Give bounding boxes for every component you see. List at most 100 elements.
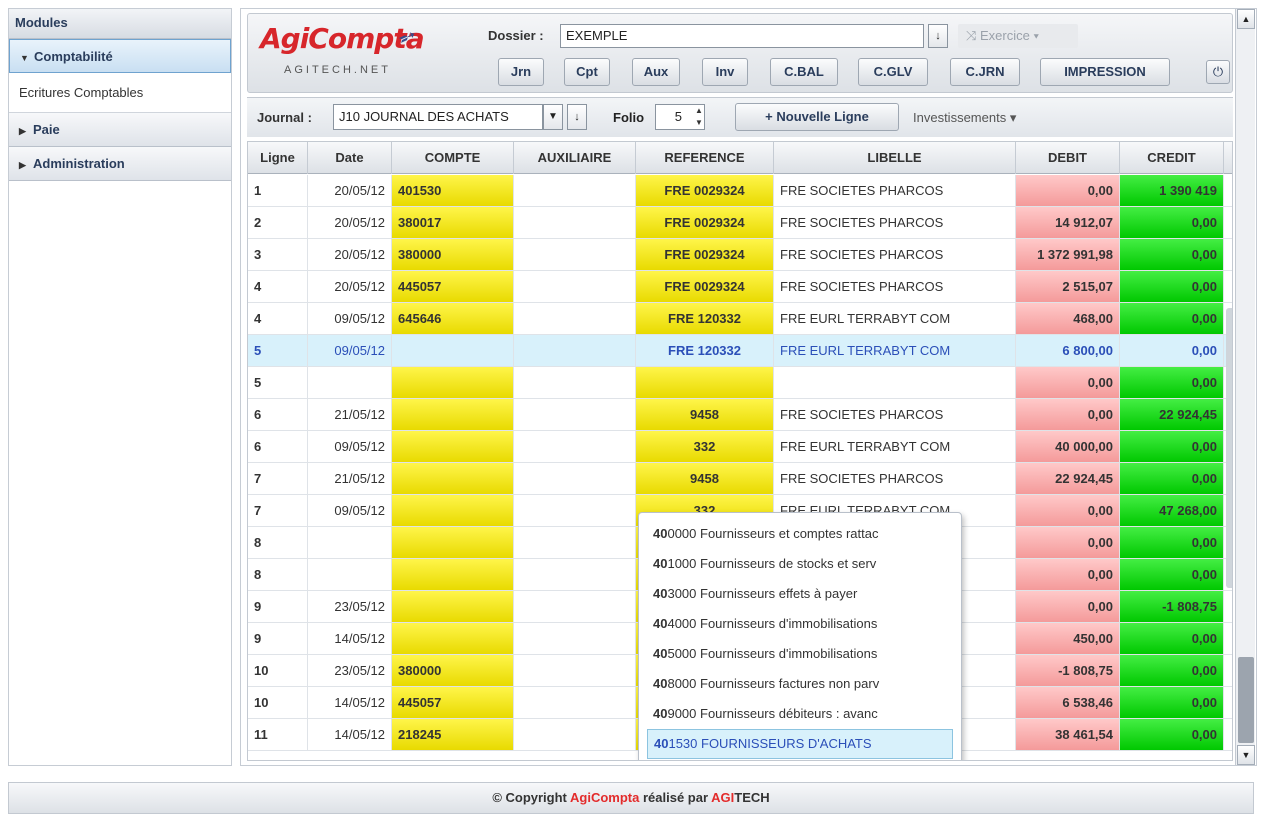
exercice-menu[interactable]: ⤨ Exercice ▾	[958, 24, 1078, 48]
cell-compte[interactable]	[392, 527, 514, 558]
cell-compte[interactable]: 380017	[392, 207, 514, 238]
autocomplete-item[interactable]: 401000 Fournisseurs de stocks et serv	[647, 549, 953, 579]
cell-ligne[interactable]: 9	[248, 623, 308, 654]
cell-date[interactable]: 21/05/12	[308, 463, 392, 494]
cell-auxiliaire[interactable]	[514, 463, 636, 494]
cbal-button[interactable]: C.BAL	[770, 58, 838, 86]
cell-compte[interactable]	[392, 623, 514, 654]
cell-debit[interactable]: 0,00	[1016, 527, 1120, 558]
aux-button[interactable]: Aux	[632, 58, 680, 86]
cell-debit[interactable]: 0,00	[1016, 559, 1120, 590]
cell-ligne[interactable]: 7	[248, 495, 308, 526]
cell-auxiliaire[interactable]	[514, 623, 636, 654]
table-row[interactable]: 6 09/05/12 332 FRE EURL TERRABYT COM 40 000,…	[248, 431, 1232, 463]
table-row[interactable]: 6 21/05/12 9458 FRE SOCIETES PHARCOS 0,00 22 …	[248, 399, 1232, 431]
cell-compte[interactable]: 380000	[392, 239, 514, 270]
cell-auxiliaire[interactable]	[514, 559, 636, 590]
cell-auxiliaire[interactable]	[514, 335, 636, 366]
cell-date[interactable]: 23/05/12	[308, 655, 392, 686]
cell-ligne[interactable]: 3	[248, 239, 308, 270]
cell-date[interactable]: 14/05/12	[308, 719, 392, 750]
cell-date[interactable]: 21/05/12	[308, 399, 392, 430]
cell-libelle[interactable]: FRE SOCIETES PHARCOS	[774, 271, 1016, 302]
cell-auxiliaire[interactable]	[514, 271, 636, 302]
cell-credit[interactable]: 1 390 419	[1120, 175, 1224, 206]
cell-reference[interactable]: 9458	[636, 463, 774, 494]
cell-reference[interactable]: FRE 0029324	[636, 271, 774, 302]
cell-date[interactable]	[308, 527, 392, 558]
cell-credit[interactable]: 0,00	[1120, 687, 1224, 718]
table-row[interactable]: 1 20/05/12 401530 FRE 0029324 FRE SOCIETES P…	[248, 175, 1232, 207]
table-row[interactable]: 4 09/05/12 645646 FRE 120332 FRE EURL TERRAB…	[248, 303, 1232, 335]
cell-ligne[interactable]: 2	[248, 207, 308, 238]
cell-date[interactable]: 09/05/12	[308, 495, 392, 526]
col-reference[interactable]: REFERENCE	[636, 142, 774, 174]
cell-compte[interactable]: 380000	[392, 655, 514, 686]
cell-ligne[interactable]: 5	[248, 335, 308, 366]
table-row[interactable]: 3 20/05/12 380000 FRE 0029324 FRE SOCIETES P…	[248, 239, 1232, 271]
cell-auxiliaire[interactable]	[514, 303, 636, 334]
investissements-menu[interactable]: Investissements ▾	[913, 110, 1016, 126]
cell-compte[interactable]: 445057	[392, 687, 514, 718]
col-libelle[interactable]: LIBELLE	[774, 142, 1016, 174]
cell-debit[interactable]: -1 808,75	[1016, 655, 1120, 686]
autocomplete-item[interactable]: 408000 Fournisseurs factures non parv	[647, 669, 953, 699]
cell-reference[interactable]: FRE 120332	[636, 303, 774, 334]
journal-download-icon[interactable]: ↓	[567, 104, 587, 130]
autocomplete-item[interactable]: 400000 Fournisseurs et comptes rattac	[647, 519, 953, 549]
power-icon[interactable]: ⏻	[1206, 60, 1230, 84]
dossier-download-icon[interactable]: ↓	[928, 24, 948, 48]
cell-credit[interactable]: 47 268,00	[1120, 495, 1224, 526]
dossier-input[interactable]: EXEMPLE	[560, 24, 924, 48]
cell-auxiliaire[interactable]	[514, 431, 636, 462]
cell-auxiliaire[interactable]	[514, 495, 636, 526]
cell-compte[interactable]: 401530	[392, 175, 514, 206]
cell-date[interactable]: 09/05/12	[308, 335, 392, 366]
cell-libelle[interactable]: FRE SOCIETES PHARCOS	[774, 399, 1016, 430]
scroll-thumb[interactable]	[1238, 657, 1254, 743]
cell-debit[interactable]: 0,00	[1016, 399, 1120, 430]
cell-date[interactable]: 14/05/12	[308, 687, 392, 718]
cell-reference[interactable]: FRE 0029324	[636, 239, 774, 270]
table-row[interactable]: 2 20/05/12 380017 FRE 0029324 FRE SOCIETES P…	[248, 207, 1232, 239]
cell-date[interactable]: 14/05/12	[308, 623, 392, 654]
cell-ligne[interactable]: 8	[248, 527, 308, 558]
cell-credit[interactable]: 0,00	[1120, 271, 1224, 302]
cell-ligne[interactable]: 4	[248, 271, 308, 302]
cell-compte[interactable]: 218245	[392, 719, 514, 750]
journal-dropdown-icon[interactable]: ▼	[543, 104, 563, 130]
cell-compte[interactable]	[392, 559, 514, 590]
cell-ligne[interactable]: 1	[248, 175, 308, 206]
cell-date[interactable]: 09/05/12	[308, 431, 392, 462]
cell-ligne[interactable]: 5	[248, 367, 308, 398]
cell-ligne[interactable]: 7	[248, 463, 308, 494]
cell-reference[interactable]: FRE 0029324	[636, 207, 774, 238]
autocomplete-item[interactable]: 405000 Fournisseurs d'immobilisations	[647, 639, 953, 669]
cell-debit[interactable]: 450,00	[1016, 623, 1120, 654]
cell-date[interactable]: 20/05/12	[308, 271, 392, 302]
cjrn-button[interactable]: C.JRN	[950, 58, 1020, 86]
cell-compte[interactable]: 645646	[392, 303, 514, 334]
cell-auxiliaire[interactable]	[514, 719, 636, 750]
cell-libelle[interactable]: FRE SOCIETES PHARCOS	[774, 175, 1016, 206]
cell-libelle[interactable]: FRE SOCIETES PHARCOS	[774, 207, 1016, 238]
cell-compte[interactable]	[392, 367, 514, 398]
jrn-button[interactable]: Jrn	[498, 58, 544, 86]
cell-reference[interactable]: 332	[636, 431, 774, 462]
cell-debit[interactable]: 40 000,00	[1016, 431, 1120, 462]
col-compte[interactable]: COMPTE	[392, 142, 514, 174]
module-sub-ecritures[interactable]: Ecritures Comptables	[9, 73, 231, 113]
cell-debit[interactable]: 38 461,54	[1016, 719, 1120, 750]
table-row[interactable]: 4 20/05/12 445057 FRE 0029324 FRE SOCIETES P…	[248, 271, 1232, 303]
cell-auxiliaire[interactable]	[514, 687, 636, 718]
cell-date[interactable]: 20/05/12	[308, 239, 392, 270]
cell-ligne[interactable]: 6	[248, 431, 308, 462]
folio-spinner-icon[interactable]: ▲ ▼	[693, 105, 705, 129]
cell-auxiliaire[interactable]	[514, 175, 636, 206]
cell-date[interactable]: 20/05/12	[308, 175, 392, 206]
cpt-button[interactable]: Cpt	[564, 58, 610, 86]
cell-ligne[interactable]: 6	[248, 399, 308, 430]
autocomplete-item[interactable]: 409000 Fournisseurs débiteurs : avanc	[647, 699, 953, 729]
col-ligne[interactable]: Ligne	[248, 142, 308, 174]
cell-reference[interactable]: 9458	[636, 399, 774, 430]
